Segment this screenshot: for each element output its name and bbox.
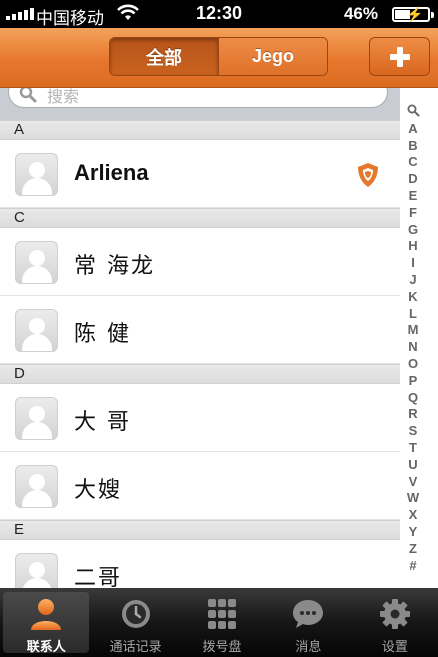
index-letter[interactable]: D	[408, 171, 417, 188]
section-header-c: C	[0, 208, 400, 228]
gear-icon	[379, 599, 410, 629]
add-contact-button[interactable]	[369, 37, 430, 76]
avatar	[15, 397, 58, 440]
index-letter[interactable]: R	[408, 406, 417, 423]
index-letter[interactable]: C	[408, 154, 417, 171]
contact-name: 常 海龙	[74, 254, 155, 279]
plus-icon	[389, 46, 410, 67]
tab-settings[interactable]: 设置	[352, 588, 438, 657]
contact-row[interactable]: 二哥	[0, 540, 400, 588]
index-letter[interactable]: S	[409, 423, 418, 440]
index-letter[interactable]: B	[408, 138, 417, 155]
tab-label: 联系人	[26, 640, 66, 655]
index-letter[interactable]: Z	[409, 541, 417, 558]
tab-call-history[interactable]: 通话记录	[92, 588, 178, 657]
contact-name: 大 哥	[74, 410, 131, 435]
index-letter[interactable]: G	[408, 222, 418, 239]
clock-icon	[121, 600, 150, 628]
segment-all[interactable]: 全部	[110, 38, 218, 75]
index-letter[interactable]: Y	[409, 524, 418, 541]
jego-shield-icon	[358, 163, 378, 187]
keypad-icon	[208, 599, 237, 629]
contact-list: A Arliena C 常 海龙 陈 健 D 大 哥 大嫂 E 二哥	[0, 120, 400, 588]
filter-segmented-control: 全部 Jego	[109, 37, 328, 76]
contact-row[interactable]: 陈 健	[0, 296, 400, 364]
section-header-d: D	[0, 364, 400, 384]
tab-dialpad[interactable]: 拨号盘	[179, 588, 265, 657]
battery-percent: 46%	[343, 4, 378, 23]
index-letter[interactable]: U	[408, 457, 417, 474]
index-letter[interactable]: W	[407, 490, 419, 507]
index-letter[interactable]: I	[411, 255, 415, 272]
alphabet-index-bar[interactable]: A B C D E F G H I J K L M N O P Q R S T U V W X Y Z #	[400, 104, 426, 584]
search-bar: 搜索	[0, 88, 400, 120]
section-header-a: A	[0, 120, 400, 140]
contact-row[interactable]: 大嫂	[0, 452, 400, 520]
avatar	[15, 553, 58, 588]
tab-bar: 联系人 通话记录 拨号盘 消息 设置	[0, 588, 438, 657]
index-letter[interactable]: F	[409, 205, 417, 222]
search-placeholder: 搜索	[47, 88, 80, 106]
contact-name: 陈 健	[74, 322, 131, 347]
contact-row[interactable]: 常 海龙	[0, 228, 400, 296]
tab-contacts[interactable]: 联系人	[3, 592, 90, 655]
battery-icon: ⚡	[392, 6, 434, 22]
index-letter[interactable]: X	[409, 507, 418, 524]
person-icon	[31, 599, 62, 630]
tab-label: 拨号盘	[202, 640, 242, 655]
tab-label: 设置	[381, 640, 408, 655]
index-letter[interactable]: H	[408, 238, 417, 255]
tab-label: 消息	[295, 640, 322, 655]
index-letter[interactable]: #	[409, 558, 416, 575]
avatar	[15, 465, 58, 508]
avatar	[15, 153, 58, 196]
section-header-e: E	[0, 520, 400, 540]
contact-name: Arliena	[74, 160, 149, 185]
contacts-app: 中国移动 12:30 46% ⚡ 全部 Jego 搜索 A Arliena C …	[0, 0, 438, 657]
avatar	[15, 241, 58, 284]
index-letter[interactable]: P	[409, 373, 418, 390]
contact-row-arliena[interactable]: Arliena	[0, 140, 400, 208]
contact-name: 二哥	[74, 566, 123, 588]
search-input[interactable]: 搜索	[8, 88, 388, 108]
index-letter[interactable]: E	[409, 188, 418, 205]
chat-bubble-icon	[293, 600, 324, 628]
tab-label: 通话记录	[109, 640, 162, 655]
index-letter[interactable]: V	[409, 474, 418, 491]
segment-jego[interactable]: Jego	[218, 38, 327, 75]
avatar	[15, 309, 58, 352]
index-letter[interactable]: O	[408, 356, 418, 373]
index-letter[interactable]: N	[408, 339, 417, 356]
status-bar: 中国移动 12:30 46% ⚡	[0, 0, 438, 28]
index-letter[interactable]: A	[408, 121, 417, 138]
search-icon	[19, 88, 37, 103]
index-letter[interactable]: L	[409, 306, 417, 323]
navigation-bar: 全部 Jego	[0, 28, 438, 88]
contact-name: 大嫂	[74, 478, 123, 503]
contact-row[interactable]: 大 哥	[0, 384, 400, 452]
index-letter[interactable]: K	[408, 289, 417, 306]
index-letter[interactable]: J	[409, 272, 416, 289]
index-search-icon[interactable]	[407, 104, 420, 121]
index-letter[interactable]: Q	[408, 390, 418, 407]
index-letter[interactable]: T	[409, 440, 417, 457]
index-letter[interactable]: M	[408, 322, 419, 339]
tab-messages[interactable]: 消息	[265, 588, 351, 657]
